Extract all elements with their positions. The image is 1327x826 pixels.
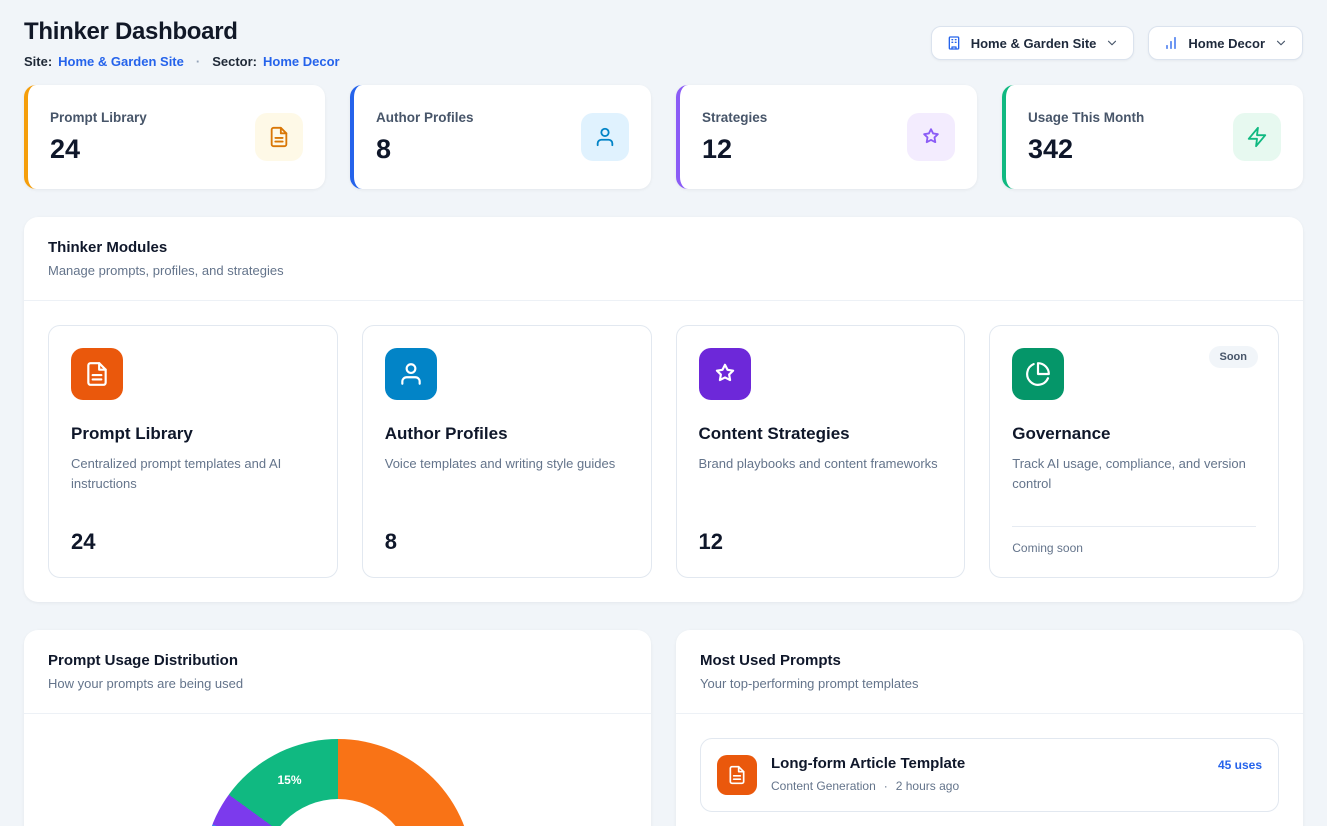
document-icon xyxy=(717,755,757,795)
page-header: Thinker Dashboard Site: Home & Garden Si… xyxy=(24,18,1303,69)
modules-title: Thinker Modules xyxy=(48,239,1279,256)
prompt-time: 2 hours ago xyxy=(896,779,959,793)
stat-card-strategies: Strategies 12 xyxy=(676,85,977,189)
usage-panel-subtitle: How your prompts are being used xyxy=(48,676,627,691)
prompts-panel-subtitle: Your top-performing prompt templates xyxy=(700,676,1279,691)
prompt-uses-count: 45 uses xyxy=(1218,755,1262,772)
header-left: Thinker Dashboard Site: Home & Garden Si… xyxy=(24,18,340,69)
module-stat: 24 xyxy=(71,529,315,555)
donut-segment-label: 15% xyxy=(278,773,302,787)
bar-chart-icon xyxy=(1163,35,1179,51)
stat-value: 8 xyxy=(376,134,474,165)
prompt-title: Long-form Article Template xyxy=(771,755,1204,772)
stat-value: 342 xyxy=(1028,134,1144,165)
site-selector-label: Home & Garden Site xyxy=(971,36,1097,51)
coming-soon-text: Coming soon xyxy=(1012,526,1256,555)
person-icon xyxy=(385,348,437,400)
stat-value: 12 xyxy=(702,134,767,165)
sparkles-icon xyxy=(699,348,751,400)
modules-header: Thinker Modules Manage prompts, profiles… xyxy=(24,217,1303,301)
stat-label: Usage This Month xyxy=(1028,110,1144,125)
module-card-author-profiles[interactable]: Author Profiles Voice templates and writ… xyxy=(362,325,652,578)
stat-card-usage: Usage This Month 342 xyxy=(1002,85,1303,189)
bottom-row: Prompt Usage Distribution How your promp… xyxy=(24,630,1303,826)
module-description: Centralized prompt templates and AI inst… xyxy=(71,454,315,529)
document-icon xyxy=(255,113,303,161)
site-label: Site: xyxy=(24,54,52,69)
module-card-prompt-library[interactable]: Prompt Library Centralized prompt templa… xyxy=(48,325,338,578)
module-card-content-strategies[interactable]: Content Strategies Brand playbooks and c… xyxy=(676,325,966,578)
soon-badge: Soon xyxy=(1209,346,1259,368)
meta-separator: · xyxy=(884,779,888,793)
dashboard-page: Thinker Dashboard Site: Home & Garden Si… xyxy=(0,0,1327,826)
donut-chart-area: 15% xyxy=(24,714,651,826)
pie-chart-icon xyxy=(1012,348,1064,400)
stat-value: 24 xyxy=(50,134,147,165)
site-link[interactable]: Home & Garden Site xyxy=(58,54,184,69)
stat-text: Usage This Month 342 xyxy=(1028,110,1144,165)
donut-hole xyxy=(263,799,413,826)
prompt-meta: Content Generation · 2 hours ago xyxy=(771,779,1204,793)
bolt-icon xyxy=(1233,113,1281,161)
chevron-down-icon xyxy=(1274,36,1288,50)
stat-label: Author Profiles xyxy=(376,110,474,125)
site-selector-dropdown[interactable]: Home & Garden Site xyxy=(931,26,1135,60)
stats-row: Prompt Library 24 Author Profiles 8 Stra… xyxy=(24,85,1303,189)
module-title: Content Strategies xyxy=(699,424,943,444)
usage-panel-header: Prompt Usage Distribution How your promp… xyxy=(24,630,651,714)
stat-text: Prompt Library 24 xyxy=(50,110,147,165)
modules-grid: Prompt Library Centralized prompt templa… xyxy=(24,301,1303,602)
stat-label: Strategies xyxy=(702,110,767,125)
prompt-usage-panel: Prompt Usage Distribution How your promp… xyxy=(24,630,651,826)
module-stat: 12 xyxy=(699,529,943,555)
chevron-down-icon xyxy=(1105,36,1119,50)
module-description: Brand playbooks and content frameworks xyxy=(699,454,943,529)
person-icon xyxy=(581,113,629,161)
module-description: Voice templates and writing style guides xyxy=(385,454,629,529)
thinker-modules-section: Thinker Modules Manage prompts, profiles… xyxy=(24,217,1303,602)
module-title: Author Profiles xyxy=(385,424,629,444)
sector-selector-dropdown[interactable]: Home Decor xyxy=(1148,26,1303,60)
sector-link[interactable]: Home Decor xyxy=(263,54,340,69)
prompts-panel-title: Most Used Prompts xyxy=(700,652,1279,669)
stat-text: Strategies 12 xyxy=(702,110,767,165)
prompt-info: Long-form Article Template Content Gener… xyxy=(771,755,1204,793)
page-title: Thinker Dashboard xyxy=(24,18,340,46)
stat-card-prompt-library: Prompt Library 24 xyxy=(24,85,325,189)
site-breadcrumb: Site: Home & Garden Site · Sector: Home … xyxy=(24,54,340,69)
document-icon xyxy=(71,348,123,400)
prompt-list-item[interactable]: Long-form Article Template Content Gener… xyxy=(700,738,1279,812)
sparkles-icon xyxy=(907,113,955,161)
stat-text: Author Profiles 8 xyxy=(376,110,474,165)
module-stat: 8 xyxy=(385,529,629,555)
stat-card-author-profiles: Author Profiles 8 xyxy=(350,85,651,189)
usage-panel-title: Prompt Usage Distribution xyxy=(48,652,627,669)
sector-label: Sector: xyxy=(212,54,257,69)
stat-label: Prompt Library xyxy=(50,110,147,125)
prompt-category: Content Generation xyxy=(771,779,876,793)
building-icon xyxy=(946,35,962,51)
breadcrumb-separator: · xyxy=(196,54,200,69)
sector-selector-label: Home Decor xyxy=(1188,36,1265,51)
prompts-panel-header: Most Used Prompts Your top-performing pr… xyxy=(676,630,1303,714)
header-selectors: Home & Garden Site Home Decor xyxy=(931,26,1303,60)
usage-donut: 15% xyxy=(203,739,473,826)
most-used-prompts-panel: Most Used Prompts Your top-performing pr… xyxy=(676,630,1303,826)
modules-subtitle: Manage prompts, profiles, and strategies xyxy=(48,263,1279,278)
module-card-governance[interactable]: Soon Governance Track AI usage, complian… xyxy=(989,325,1279,578)
module-title: Prompt Library xyxy=(71,424,315,444)
module-description: Track AI usage, compliance, and version … xyxy=(1012,454,1256,526)
module-title: Governance xyxy=(1012,424,1256,444)
